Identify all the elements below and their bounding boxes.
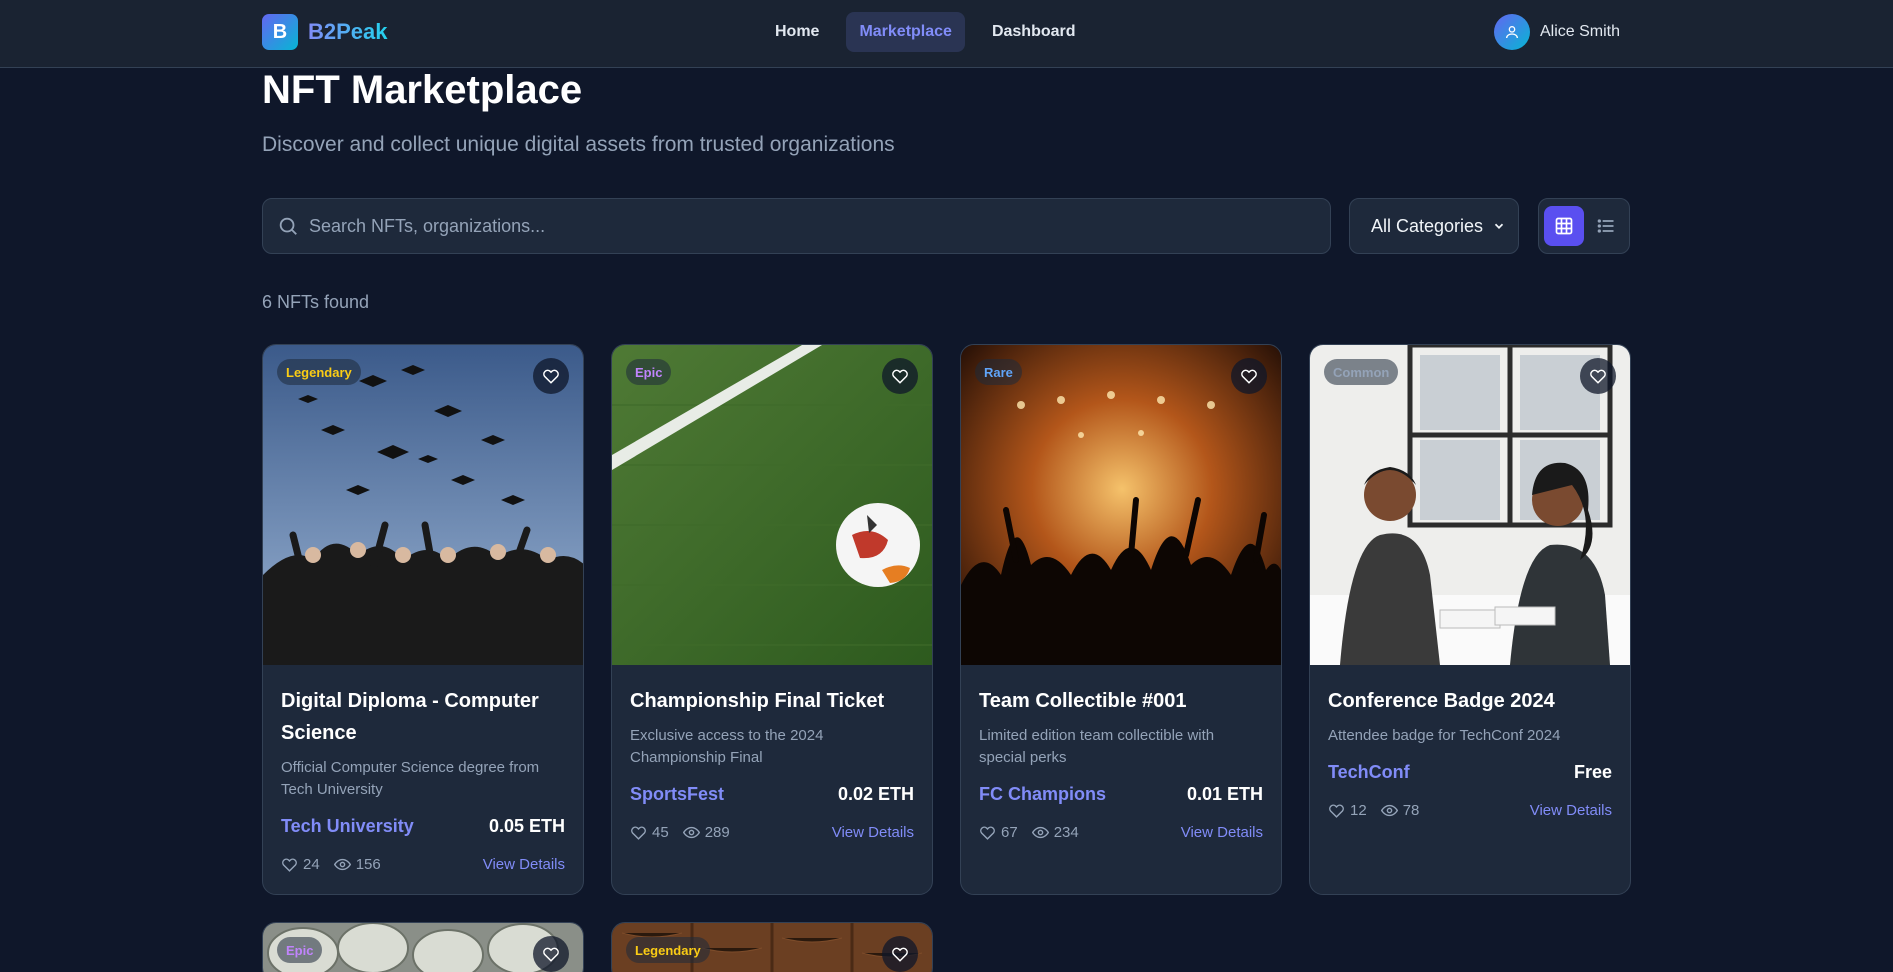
nft-price: 0.05 ETH (488, 815, 565, 836)
search-icon (279, 217, 297, 235)
rarity-badge: Legendary (626, 937, 710, 963)
views-count: 289 (704, 823, 730, 841)
nft-card[interactable]: Common Conference Badge 2024 Attendee ba… (1309, 344, 1631, 895)
nav-marketplace[interactable]: Marketplace (846, 12, 965, 52)
nft-organization[interactable]: SportsFest (630, 784, 724, 805)
eye-icon (1380, 804, 1398, 816)
nft-card[interactable]: Epic (262, 922, 584, 972)
nft-title: Conference Badge 2024 (1328, 690, 1555, 712)
nft-image-wood: Legendary (612, 923, 932, 972)
heart-icon (543, 947, 559, 962)
favorite-button[interactable] (533, 358, 569, 394)
favorite-button[interactable] (1231, 358, 1267, 394)
nft-organization[interactable]: FC Champions (979, 784, 1106, 805)
nft-description: Exclusive access to the 2024 Championshi… (630, 727, 824, 766)
avatar (1493, 14, 1530, 50)
nft-card[interactable]: Legendary (611, 922, 933, 972)
grid-icon (1555, 217, 1573, 235)
views-count: 156 (355, 855, 381, 873)
nft-title: Digital Diploma - Computer Science (281, 690, 539, 744)
navbar: B B2Peak Home Marketplace Dashboard Alic… (0, 0, 1893, 68)
eye-icon (333, 858, 351, 870)
list-view-button[interactable] (1586, 206, 1626, 246)
favorite-button[interactable] (882, 936, 918, 972)
brand-logo: B (262, 14, 298, 50)
chevron-down-icon (1494, 223, 1504, 229)
heart-icon (1241, 369, 1257, 384)
heart-icon (892, 947, 908, 962)
category-select[interactable]: All Categories (1349, 198, 1519, 254)
nav-home[interactable]: Home (762, 12, 832, 52)
favorite-button[interactable] (1580, 358, 1616, 394)
nft-card[interactable]: Rare Team Collectible #001 Limited editi… (960, 344, 1282, 895)
page-title: NFT Marketplace (262, 68, 583, 112)
nft-image-soccer: Epic (612, 345, 932, 665)
nft-price: 0.01 ETH (1186, 783, 1263, 804)
likes-count: 24 (303, 855, 320, 873)
rarity-badge: Common (1324, 359, 1399, 385)
search-input[interactable] (309, 215, 1330, 237)
nft-description: Official Computer Science degree from Te… (281, 759, 540, 798)
heart-icon (282, 858, 297, 872)
view-details-link[interactable]: View Details (1530, 802, 1612, 819)
page-subtitle: Discover and collect unique digital asse… (262, 133, 895, 156)
rarity-badge: Rare (975, 359, 1022, 385)
view-details-link[interactable]: View Details (1181, 824, 1263, 841)
nft-price: 0.02 ETH (837, 783, 914, 804)
list-icon (1597, 219, 1614, 233)
heart-icon (631, 826, 646, 840)
heart-icon (892, 369, 908, 384)
eye-icon (682, 826, 700, 838)
favorite-button[interactable] (882, 358, 918, 394)
likes-count: 12 (1350, 801, 1367, 819)
user-name: Alice Smith (1539, 23, 1620, 40)
heart-icon (1329, 804, 1344, 818)
view-details-link[interactable]: View Details (832, 824, 914, 841)
brand-name: B2Peak (308, 19, 388, 44)
nft-organization[interactable]: TechConf (1328, 762, 1410, 783)
rarity-badge: Epic (277, 937, 323, 963)
heart-icon (980, 826, 995, 840)
category-select-value: All Categories (1371, 215, 1484, 236)
view-toggle (1538, 198, 1630, 254)
grid-view-button[interactable] (1544, 206, 1584, 246)
results-count: 6 NFTs found (262, 292, 370, 312)
nft-card[interactable]: Legendary Digital Diploma - Computer Sci… (262, 344, 584, 895)
nft-image-conference: Common (1310, 345, 1630, 665)
heart-icon (543, 369, 559, 384)
nft-image-money: Epic (263, 923, 583, 972)
heart-icon (1590, 369, 1606, 384)
nav-dashboard[interactable]: Dashboard (979, 12, 1089, 52)
nft-title: Team Collectible #001 (979, 690, 1187, 712)
nav-links: Home Marketplace Dashboard (762, 12, 1089, 52)
nft-image-concert: Rare (961, 345, 1281, 665)
nft-title: Championship Final Ticket (630, 690, 885, 712)
brand[interactable]: B B2Peak (262, 14, 388, 50)
nft-description: Limited edition team collectible with sp… (979, 727, 1215, 766)
nft-description: Attendee badge for TechConf 2024 (1328, 727, 1561, 744)
search-box (262, 198, 1331, 254)
eye-icon (1031, 826, 1049, 838)
view-details-link[interactable]: View Details (483, 856, 565, 873)
favorite-button[interactable] (533, 936, 569, 972)
likes-count: 45 (652, 823, 669, 841)
nft-organization[interactable]: Tech University (281, 816, 414, 837)
user-icon (1505, 26, 1518, 39)
nft-price: Free (1573, 761, 1612, 782)
user-menu[interactable]: Alice Smith (1493, 14, 1620, 50)
views-count: 78 (1402, 801, 1420, 819)
rarity-badge: Epic (626, 359, 672, 385)
nft-image-graduation: Legendary (263, 345, 583, 665)
rarity-badge: Legendary (277, 359, 361, 385)
nft-card[interactable]: Epic Championship Final Ticket Exclusive… (611, 344, 933, 895)
views-count: 234 (1053, 823, 1079, 841)
likes-count: 67 (1001, 823, 1018, 841)
